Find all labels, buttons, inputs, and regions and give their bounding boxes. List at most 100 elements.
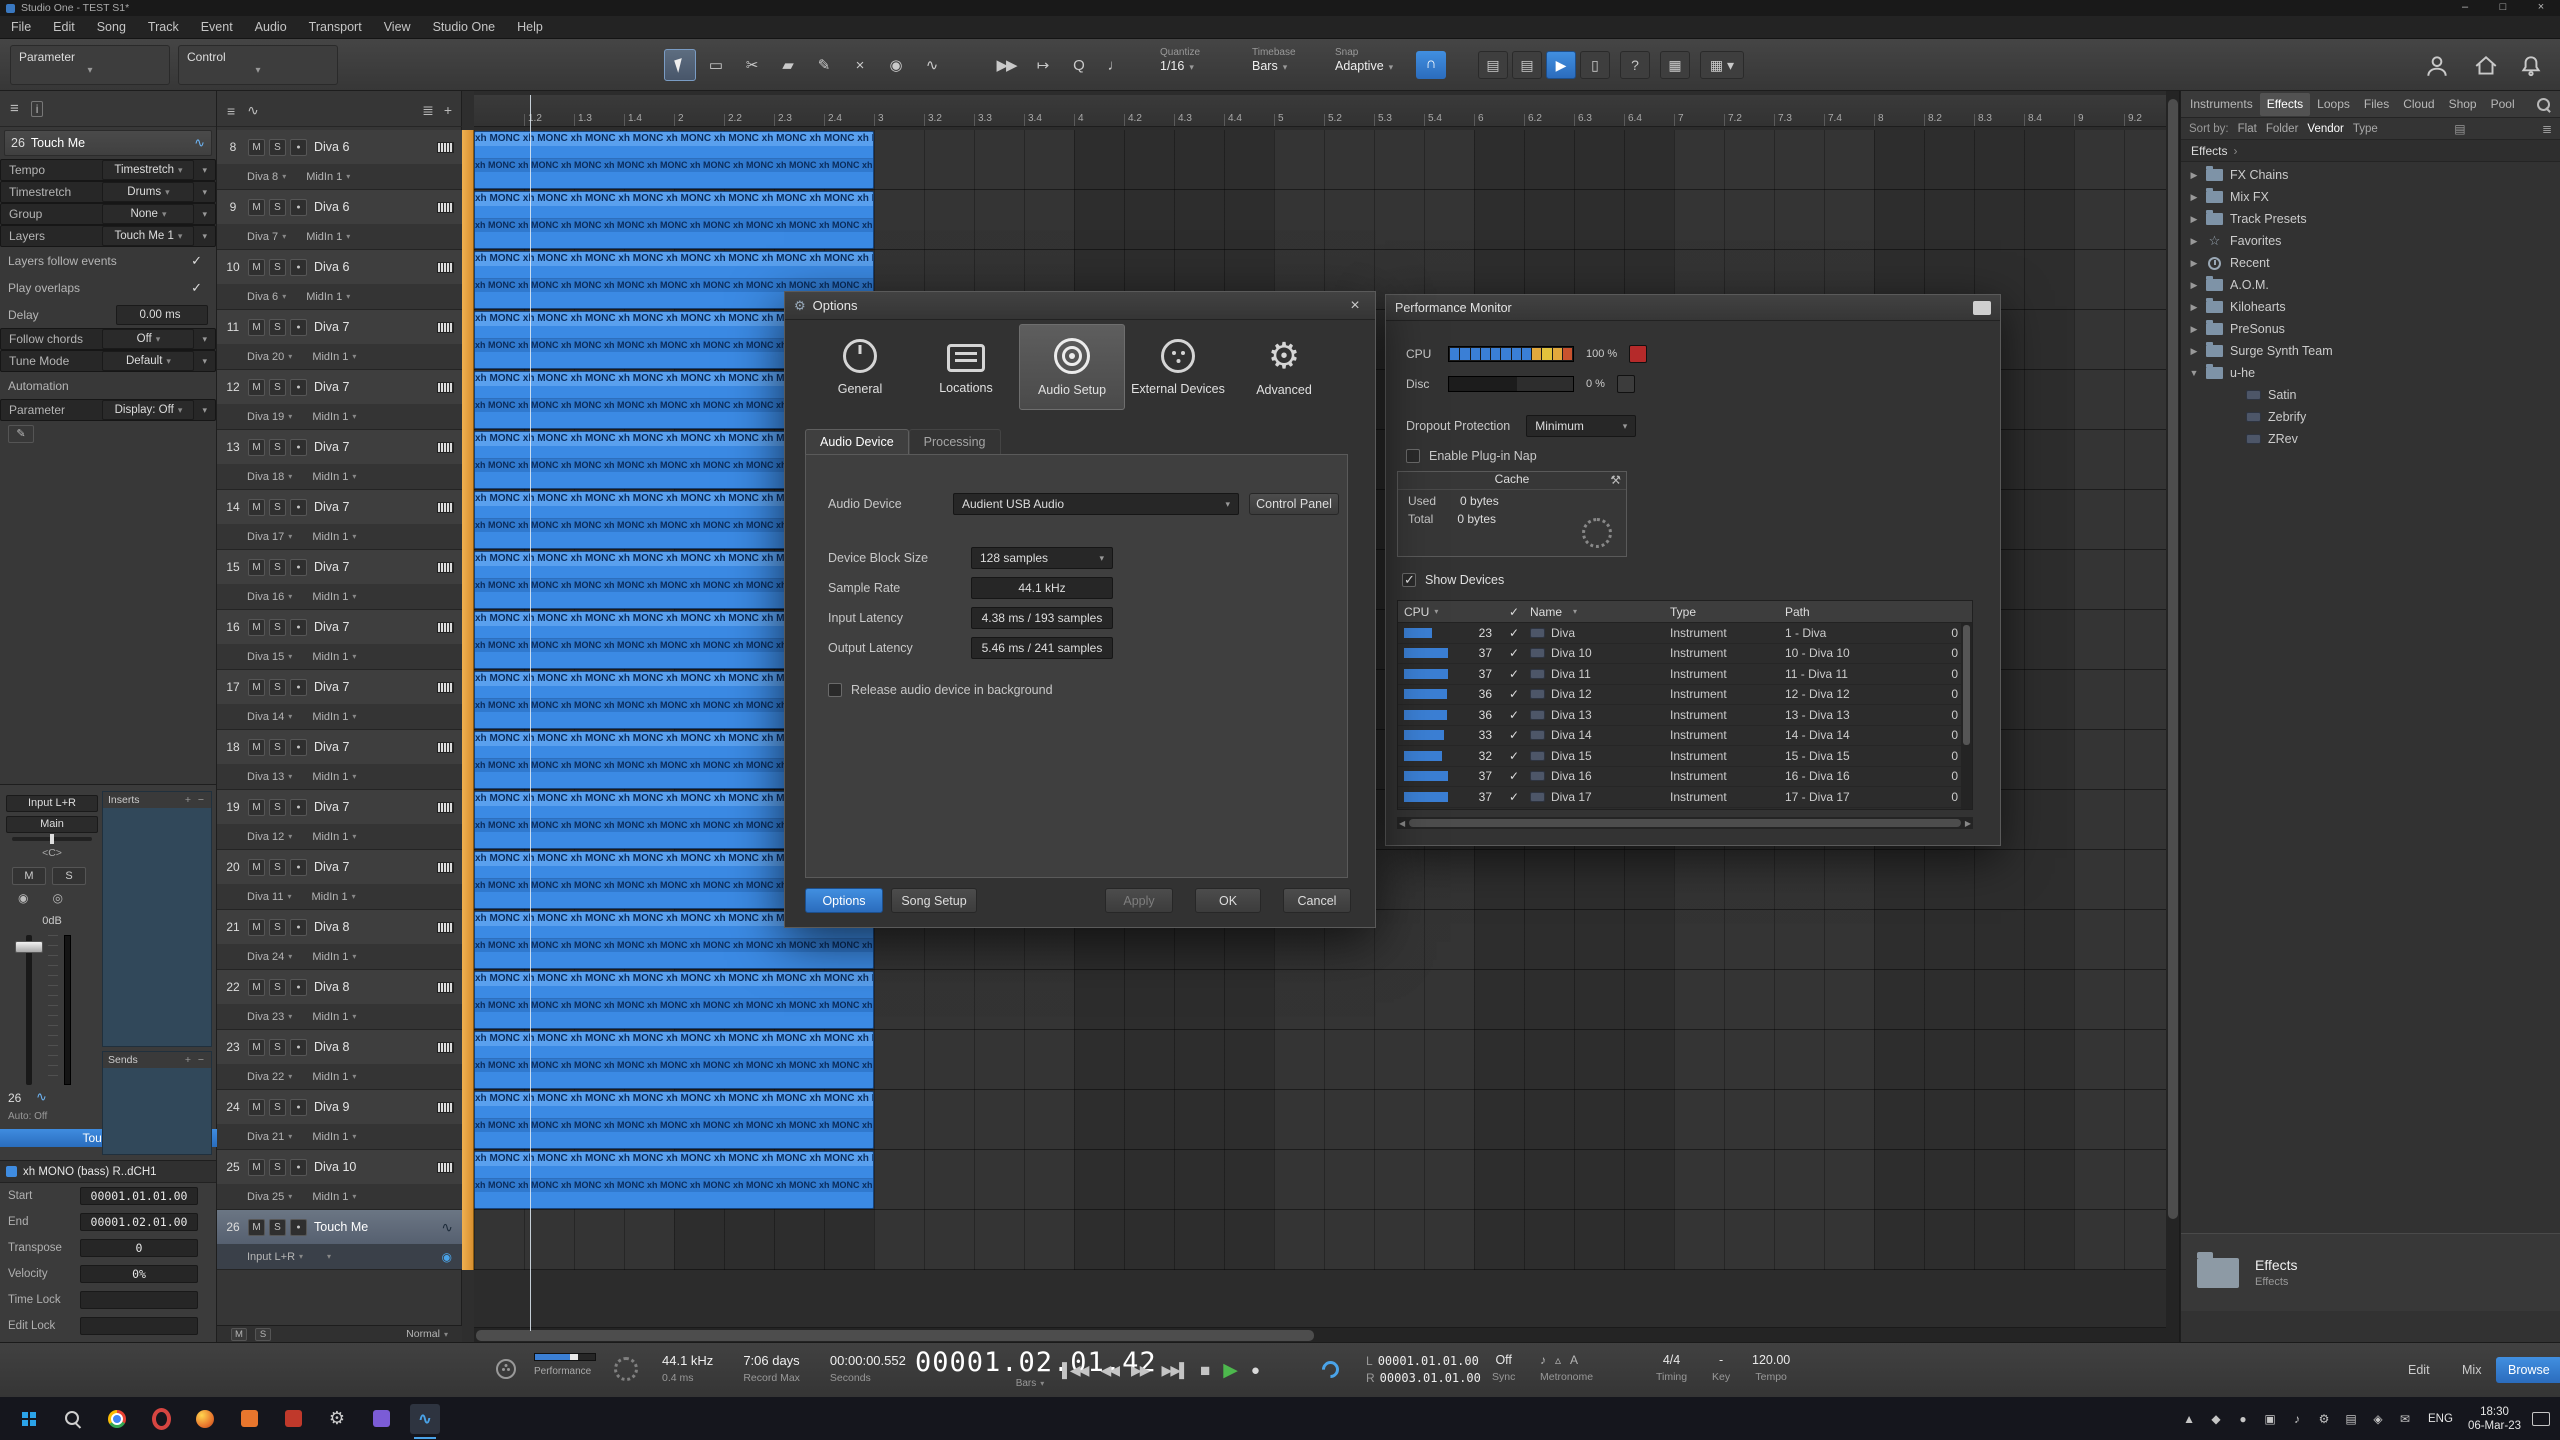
track-solo-button[interactable]: S bbox=[269, 559, 286, 576]
menu-item[interactable]: Event bbox=[190, 20, 244, 34]
stop-button[interactable]: ■ bbox=[1200, 1361, 1210, 1381]
plugin-nap-checkbox[interactable] bbox=[1406, 449, 1420, 463]
table-vertical-scrollbar[interactable] bbox=[1961, 623, 1972, 809]
tempo-display[interactable]: 120.00 Tempo bbox=[1752, 1353, 1790, 1383]
track-row[interactable]: 17 M S ● Diva 7 ∿ Diva 14▾ MidIn 1▾ ◉ bbox=[217, 670, 462, 730]
song-setup-page-button[interactable]: Song Setup bbox=[891, 888, 977, 913]
inspector-row[interactable]: Follow chords Off bbox=[0, 328, 216, 350]
show-devices-checkbox[interactable] bbox=[1402, 573, 1416, 587]
instrument-editor-icon[interactable] bbox=[437, 1102, 454, 1113]
instrument-editor-icon[interactable] bbox=[437, 442, 454, 453]
sort-folder-option[interactable]: Folder bbox=[2266, 123, 2299, 135]
expand-arrow-icon[interactable]: ▶ bbox=[2189, 258, 2199, 269]
notification-center-icon[interactable] bbox=[2532, 1412, 2550, 1426]
track-solo-button[interactable]: S bbox=[269, 199, 286, 216]
inspector-row[interactable]: Play overlaps bbox=[0, 274, 216, 301]
scroll-left-arrow[interactable]: ◀ bbox=[1399, 819, 1405, 828]
instrument-editor-icon[interactable] bbox=[437, 202, 454, 213]
playhead[interactable] bbox=[530, 95, 531, 1331]
track-mute-button[interactable]: M bbox=[248, 259, 265, 276]
track-lane[interactable]: xh MONC xh MONC xh MONC xh MONC xh MONC … bbox=[474, 130, 2166, 190]
instrument-editor-icon[interactable] bbox=[437, 142, 454, 153]
tree-item[interactable]: ZRev bbox=[2181, 428, 2560, 450]
snap-selector[interactable]: Snap Adaptive bbox=[1335, 47, 1393, 83]
track-solo-button[interactable]: S bbox=[269, 1219, 286, 1236]
mute-button[interactable]: M bbox=[12, 867, 46, 885]
performance-monitor-close-button[interactable] bbox=[1973, 301, 1991, 315]
menu-item[interactable]: Edit bbox=[42, 20, 86, 34]
track-mute-button[interactable]: M bbox=[248, 319, 265, 336]
home-icon[interactable] bbox=[2473, 53, 2499, 79]
tray-icon[interactable]: ▤ bbox=[2343, 1412, 2359, 1426]
inspector-row[interactable]: Group None bbox=[0, 203, 216, 225]
menu-item[interactable]: Help bbox=[506, 20, 554, 34]
browser-tab[interactable]: Instruments bbox=[2183, 93, 2260, 116]
device-row[interactable]: 23 ✓ Diva Instrument 1 - Diva 0 bbox=[1398, 623, 1972, 644]
track-solo-button[interactable]: S bbox=[269, 439, 286, 456]
pan-slider[interactable] bbox=[12, 837, 92, 841]
horizontal-scrollbar[interactable] bbox=[474, 1327, 2166, 1342]
default-mute-button[interactable]: M bbox=[231, 1328, 247, 1341]
track-solo-button[interactable]: S bbox=[269, 1039, 286, 1056]
track-row[interactable]: 12 M S ● Diva 7 ∿ Diva 19▾ MidIn 1▾ ◉ bbox=[217, 370, 462, 430]
input-routing-button[interactable]: Input L+R bbox=[6, 795, 98, 812]
track-list-menu-icon[interactable]: ≡ bbox=[227, 103, 235, 119]
track-arm-button[interactable]: ● bbox=[290, 1099, 307, 1116]
track-arm-button[interactable]: ● bbox=[290, 799, 307, 816]
browser-tab[interactable]: Shop bbox=[2442, 93, 2484, 116]
menu-item[interactable]: Studio One bbox=[422, 20, 507, 34]
solo-button[interactable]: S bbox=[52, 867, 86, 885]
chrome-icon[interactable] bbox=[102, 1404, 132, 1434]
track-arm-button[interactable]: ● bbox=[290, 439, 307, 456]
browser-tab[interactable]: Effects bbox=[2260, 93, 2310, 116]
close-button[interactable]: × bbox=[2522, 0, 2560, 16]
hamburger-icon[interactable]: ≡ bbox=[10, 100, 19, 117]
instrument-editor-icon[interactable] bbox=[437, 982, 454, 993]
track-mute-button[interactable]: M bbox=[248, 499, 265, 516]
track-arm-button[interactable]: ● bbox=[290, 199, 307, 216]
wrench-icon[interactable]: ⚒ bbox=[1610, 473, 1621, 487]
track-size-selector[interactable]: Normal bbox=[406, 1328, 448, 1340]
grid-options-button[interactable]: ▦ ▾ bbox=[1700, 51, 1744, 79]
track-lane[interactable]: xh MONC xh MONC xh MONC xh MONC xh MONC … bbox=[474, 1030, 2166, 1090]
browser-tab[interactable]: Pool bbox=[2484, 93, 2522, 116]
rewind-button[interactable]: ◀◀ bbox=[1100, 1362, 1118, 1379]
options-tab[interactable]: Locations bbox=[913, 324, 1019, 410]
autoscroll-button[interactable]: ↦ bbox=[1026, 49, 1058, 81]
device-row[interactable]: 37 ✓ Diva 17 Instrument 17 - Diva 17 0 bbox=[1398, 787, 1972, 808]
language-indicator[interactable]: ENG bbox=[2424, 1413, 2457, 1425]
track-lane[interactable]: xh MONC xh MONC xh MONC xh MONC xh MONC … bbox=[474, 1090, 2166, 1150]
performance-meter[interactable]: Performance bbox=[534, 1353, 604, 1377]
track-solo-button[interactable]: S bbox=[269, 679, 286, 696]
browser-breadcrumb[interactable]: Effects › bbox=[2181, 140, 2560, 162]
metronome-control[interactable]: ♪ ▵ A Metronome bbox=[1540, 1353, 1593, 1383]
tree-item[interactable]: ▶ PreSonus bbox=[2181, 318, 2560, 340]
inspector-row[interactable]: Automation bbox=[0, 372, 216, 399]
disc-overload-indicator[interactable] bbox=[1617, 375, 1635, 393]
expand-arrow-icon[interactable]: ▶ bbox=[2189, 192, 2199, 203]
fader-flip-button[interactable]: ▯ bbox=[1580, 51, 1610, 79]
menu-item[interactable]: Track bbox=[137, 20, 190, 34]
menu-item[interactable]: File bbox=[0, 20, 42, 34]
track-mute-button[interactable]: M bbox=[248, 1039, 265, 1056]
audio-device-dropdown[interactable]: Audient USB Audio bbox=[953, 493, 1239, 515]
midi-clip[interactable]: xh MONC xh MONC xh MONC xh MONC xh MONC … bbox=[474, 971, 874, 1029]
track-solo-button[interactable]: S bbox=[269, 739, 286, 756]
menu-item[interactable]: Song bbox=[86, 20, 137, 34]
search-icon[interactable] bbox=[2534, 95, 2554, 115]
timeline-ruler[interactable]: 1.21.31.422.22.32.433.23.33.444.24.34.45… bbox=[474, 95, 2166, 127]
vertical-scrollbar[interactable] bbox=[2166, 91, 2180, 1342]
device-enabled-check[interactable]: ✓ bbox=[1498, 667, 1530, 681]
track-mute-button[interactable]: M bbox=[248, 439, 265, 456]
track-solo-button[interactable]: S bbox=[269, 919, 286, 936]
processing-subtab[interactable]: Processing bbox=[909, 429, 1001, 454]
expand-arrow-icon[interactable]: ▶ bbox=[2189, 346, 2199, 357]
cancel-button[interactable]: Cancel bbox=[1283, 888, 1351, 913]
add-send-button[interactable]: + − bbox=[185, 1054, 206, 1066]
expand-arrow-icon[interactable]: ▼ bbox=[2189, 368, 2199, 378]
track-row[interactable]: 25 M S ● Diva 10 ∿ Diva 25▾ MidIn 1▾ ◉ bbox=[217, 1150, 462, 1210]
options-dialog-titlebar[interactable]: ⚙ Options × bbox=[785, 292, 1375, 320]
instrument-editor-icon[interactable] bbox=[437, 622, 454, 633]
track-row[interactable]: 14 M S ● Diva 7 ∿ Diva 17▾ MidIn 1▾ ◉ bbox=[217, 490, 462, 550]
play-button[interactable]: ▶ bbox=[1223, 1359, 1238, 1382]
